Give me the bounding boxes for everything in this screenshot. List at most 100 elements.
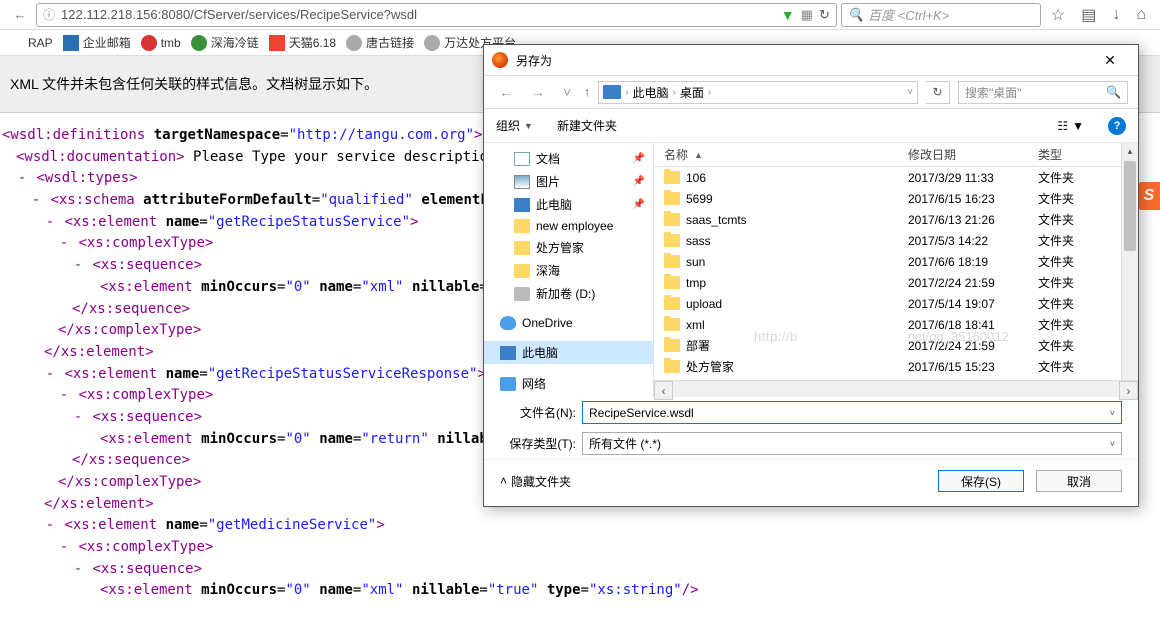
file-row[interactable]: sun2017/6/6 18:19文件夹 <box>654 251 1138 272</box>
library-icon[interactable]: ▤ <box>1075 5 1102 25</box>
nav-item[interactable]: 图片📌 <box>484 170 653 193</box>
info-icon: ⓘ <box>43 6 55 23</box>
browser-address-bar: ← ⓘ 122.112.218.156:8080/CfServer/servic… <box>0 0 1160 30</box>
bookmark-item[interactable]: 深海冷链 <box>191 34 259 51</box>
file-row[interactable]: 56992017/6/15 16:23文件夹 <box>654 188 1138 209</box>
xml-line: - <xs:sequence> <box>2 559 1158 581</box>
vertical-scrollbar[interactable] <box>1121 143 1138 380</box>
bookmark-item[interactable]: 唐古链接 <box>346 34 414 51</box>
help-icon[interactable]: ? <box>1108 117 1126 135</box>
xml-line: - <xs:element name="getMedicineService"> <box>2 515 1158 537</box>
folder-icon <box>664 360 680 373</box>
filetype-select[interactable]: 所有文件 (*.*) ˅ <box>582 432 1122 455</box>
folder-icon <box>664 213 680 226</box>
back-button[interactable]: ← <box>8 3 32 27</box>
nav-item[interactable]: new employee <box>484 216 653 236</box>
folder-icon <box>664 192 680 205</box>
nav-item[interactable]: 网络 <box>484 372 653 395</box>
folder-icon <box>664 171 680 184</box>
new-folder-button[interactable]: 新建文件夹 <box>557 117 617 134</box>
bookmark-item[interactable]: 天猫6.18 <box>269 34 336 51</box>
tree-toggle[interactable]: - <box>58 537 70 559</box>
nav-item[interactable]: 此电脑📌 <box>484 193 653 216</box>
chevron-down-icon[interactable]: ˅ <box>1110 439 1115 449</box>
nav-up-icon[interactable]: ↑ <box>584 85 590 99</box>
xml-line: <xs:element minOccurs="0" name="xml" nil… <box>2 580 1158 602</box>
shield-icon[interactable]: ▼ <box>781 7 795 23</box>
tree-toggle[interactable]: - <box>72 407 84 429</box>
file-row[interactable]: sass2017/5/3 14:22文件夹 <box>654 230 1138 251</box>
tree-toggle[interactable]: - <box>16 168 28 190</box>
folder-search-input[interactable]: 搜索"桌面" 🔍 <box>958 81 1128 104</box>
nav-item[interactable]: OneDrive <box>484 313 653 333</box>
file-list[interactable]: http://b .net/qq_35160012 1062017/3/29 1… <box>654 167 1138 380</box>
filename-input[interactable]: RecipeService.wsdl ˅ <box>582 401 1122 424</box>
folder-icon <box>664 297 680 310</box>
url-text: 122.112.218.156:8080/CfServer/services/R… <box>61 7 775 22</box>
nav-item[interactable]: 新加卷 (D:) <box>484 282 653 305</box>
nav-item[interactable]: 文档📌 <box>484 147 653 170</box>
dialog-toolbar: 组织▼ 新建文件夹 ☷▼ ? <box>484 109 1138 143</box>
tree-toggle[interactable]: - <box>30 190 42 212</box>
firefox-icon <box>492 52 508 68</box>
nav-forward-icon[interactable]: → <box>526 84 550 100</box>
file-row[interactable]: 部署2017/2/24 21:59文件夹 <box>654 335 1138 356</box>
navigation-pane: 文档📌图片📌此电脑📌new employee处方管家深海新加卷 (D:) OneD… <box>484 143 654 397</box>
file-row[interactable]: upload2017/5/14 19:07文件夹 <box>654 293 1138 314</box>
tree-toggle[interactable]: - <box>44 364 56 386</box>
folder-icon <box>664 276 680 289</box>
tree-toggle[interactable]: - <box>72 559 84 581</box>
file-row[interactable]: 1062017/3/29 11:33文件夹 <box>654 167 1138 188</box>
nav-back-icon[interactable]: ← <box>494 84 518 100</box>
bookmark-star-icon[interactable]: ☆ <box>1045 5 1071 25</box>
organize-button[interactable]: 组织▼ <box>496 117 533 134</box>
nav-item[interactable]: 处方管家 <box>484 236 653 259</box>
bookmark-item[interactable]: 企业邮箱 <box>63 34 131 51</box>
view-button[interactable]: ☷▼ <box>1057 119 1084 133</box>
horizontal-scrollbar[interactable] <box>654 380 1138 397</box>
dialog-titlebar: 另存为 ✕ <box>484 45 1138 75</box>
filetype-row: 保存类型(T): 所有文件 (*.*) ˅ <box>484 428 1138 459</box>
pc-icon <box>603 85 621 99</box>
save-button[interactable]: 保存(S) <box>938 470 1024 492</box>
sogou-badge[interactable]: S <box>1138 182 1160 210</box>
hide-folders-toggle[interactable]: ˄ 隐藏文件夹 <box>500 473 571 490</box>
download-icon[interactable]: ↓ <box>1106 6 1126 24</box>
file-list-pane: 名称▲ 修改日期 类型 http://b .net/qq_35160012 10… <box>654 143 1138 397</box>
search-icon: 🔍 <box>848 7 864 23</box>
home-icon[interactable]: ⌂ <box>1130 6 1152 24</box>
refresh-button[interactable]: ↻ <box>926 81 950 104</box>
file-row[interactable]: tmp2017/2/24 21:59文件夹 <box>654 272 1138 293</box>
folder-icon <box>664 255 680 268</box>
view-icon: ☷ <box>1057 119 1068 133</box>
nav-item[interactable]: 此电脑 <box>484 341 653 364</box>
tree-toggle[interactable]: - <box>44 515 56 537</box>
reload-icon[interactable]: ↻ <box>819 7 830 23</box>
folder-icon <box>664 234 680 247</box>
close-button[interactable]: ✕ <box>1090 46 1130 74</box>
chevron-down-icon[interactable]: ˅ <box>1110 408 1115 418</box>
nav-item[interactable]: 深海 <box>484 259 653 282</box>
column-headers[interactable]: 名称▲ 修改日期 类型 <box>654 143 1138 167</box>
url-input[interactable]: ⓘ 122.112.218.156:8080/CfServer/services… <box>36 3 837 27</box>
file-row[interactable]: 处方管家2017/6/15 15:23文件夹 <box>654 356 1138 377</box>
qr-icon[interactable]: ▦ <box>801 7 813 23</box>
tree-toggle[interactable]: - <box>44 212 56 234</box>
xml-line: - <xs:complexType> <box>2 537 1158 559</box>
dialog-footer: ˄ 隐藏文件夹 保存(S) 取消 <box>484 459 1138 506</box>
folder-icon <box>664 339 680 352</box>
bookmark-item[interactable]: tmb <box>141 35 181 51</box>
file-row[interactable]: saas_tcmts2017/6/13 21:26文件夹 <box>654 209 1138 230</box>
path-breadcrumb[interactable]: › 此电脑 › 桌面 › ˅ <box>598 81 918 104</box>
cancel-button[interactable]: 取消 <box>1036 470 1122 492</box>
tree-toggle[interactable]: - <box>72 255 84 277</box>
file-row[interactable]: xml2017/6/18 18:41文件夹 <box>654 314 1138 335</box>
search-input[interactable]: 🔍 百度 <Ctrl+K> <box>841 3 1041 27</box>
tree-toggle[interactable]: - <box>58 385 70 407</box>
filename-row: 文件名(N): RecipeService.wsdl ˅ <box>484 397 1138 428</box>
dialog-title: 另存为 <box>516 52 1082 69</box>
dropdown-icon[interactable]: ˅ <box>558 84 576 100</box>
save-as-dialog: 另存为 ✕ ← → ˅ ↑ › 此电脑 › 桌面 › ˅ ↻ 搜索"桌面" 🔍 … <box>483 44 1139 507</box>
bookmark-item[interactable]: RAP <box>8 35 53 51</box>
tree-toggle[interactable]: - <box>58 233 70 255</box>
